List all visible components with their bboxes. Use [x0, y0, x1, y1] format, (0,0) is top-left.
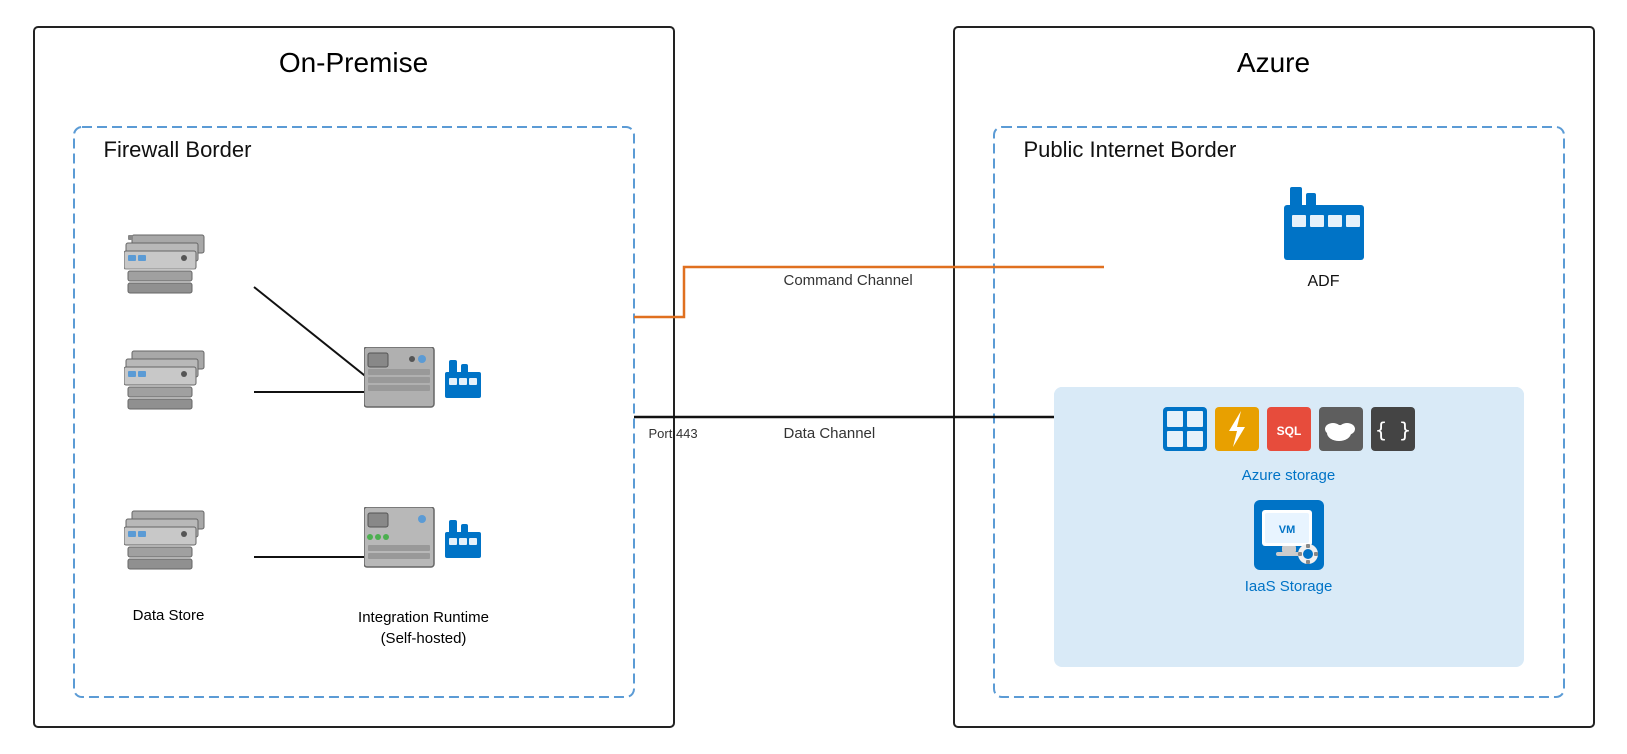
svg-text:VM: VM	[1278, 524, 1295, 536]
iaas-label: IaaS Storage	[1245, 578, 1333, 595]
data-store-bottom	[124, 507, 214, 592]
ir-unit-bottom	[364, 507, 481, 572]
command-channel-label: Command Channel	[784, 272, 913, 290]
ir-unit-top	[364, 347, 481, 412]
public-internet-border-title: Public Internet Border	[1024, 137, 1237, 163]
azure-storage-icons: SQL { }	[1163, 407, 1415, 451]
port-443-label: Port 443	[649, 425, 698, 443]
svg-text:SQL: SQL	[1276, 424, 1301, 438]
svg-text:{ }: { }	[1374, 418, 1410, 442]
on-premise-title: On-Premise	[34, 47, 674, 79]
ir-label: Integration Runtime(Self-hosted)	[344, 607, 504, 649]
azure-storage-label: Azure storage	[1242, 467, 1335, 484]
firewall-border-title: Firewall Border	[104, 137, 252, 163]
data-channel-label: Data Channel	[784, 425, 876, 443]
data-store-middle	[124, 347, 214, 432]
azure-title: Azure	[954, 47, 1594, 79]
diagram-container: On-Premise Firewall Border	[24, 17, 1604, 737]
data-store-top	[124, 227, 214, 312]
iaas-section: VM IaaS Storage	[1245, 500, 1333, 595]
data-store-label: Data Store	[124, 607, 214, 625]
adf-section: ADF	[1284, 187, 1364, 291]
azure-storage-box: SQL { } Azure storage	[1054, 387, 1524, 667]
